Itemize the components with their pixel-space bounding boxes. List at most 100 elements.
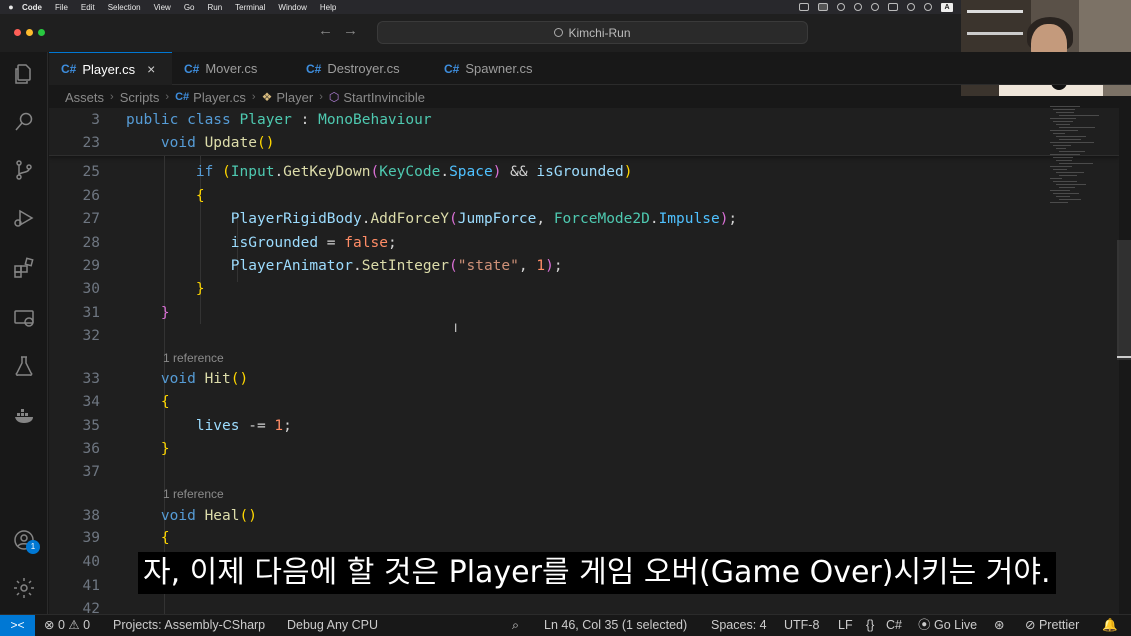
testing-icon[interactable] <box>12 354 36 378</box>
volume-icon[interactable] <box>888 3 898 11</box>
close-window-button[interactable] <box>14 29 21 36</box>
creative-cloud-icon[interactable] <box>837 3 845 11</box>
csharp-icon: C# <box>184 61 200 76</box>
code-line: 42 <box>49 599 1049 614</box>
code-line: 36 } <box>49 439 1049 459</box>
screen-record-icon[interactable] <box>799 3 809 11</box>
code-text: public class Player : MonoBehaviour <box>126 112 432 128</box>
breadcrumb-method[interactable]: StartInvincible <box>343 90 425 105</box>
breadcrumb-class[interactable]: Player <box>276 90 313 105</box>
scrollbar-marker <box>1117 356 1131 358</box>
language-status[interactable]: C# <box>886 615 902 636</box>
code-line: 39 { <box>49 528 1049 548</box>
minimap[interactable] <box>1050 106 1114 206</box>
line-number: 36 <box>82 441 100 457</box>
minimize-window-button[interactable] <box>26 29 33 36</box>
code-line: 35 lives -= 1; <box>49 416 1049 436</box>
navigation-arrows: ←→ <box>318 22 368 39</box>
tab-destroyer-cs[interactable]: C# Destroyer.cs <box>294 52 432 85</box>
breadcrumb-file[interactable]: Player.cs <box>193 90 246 105</box>
class-symbol-icon: ❖ <box>261 90 273 104</box>
eol-status[interactable]: LF <box>838 615 853 636</box>
copilot-icon[interactable]: ⊛ <box>994 615 1004 636</box>
manage-gear-icon[interactable] <box>12 576 36 600</box>
search-icon <box>554 28 564 37</box>
tab-mover-cs[interactable]: C# Mover.cs <box>172 52 294 85</box>
chevron-right-icon: › <box>319 91 323 103</box>
notifications-bell-icon[interactable]: 🔔 <box>1102 615 1118 636</box>
code-text: { <box>160 394 170 410</box>
forward-arrow-icon[interactable]: → <box>343 22 368 39</box>
text-cursor-icon: I <box>454 321 458 335</box>
code-line: 33 void Hit() <box>49 369 1049 389</box>
run-debug-icon[interactable] <box>12 206 36 230</box>
line-number: 42 <box>82 601 100 614</box>
close-tab-icon[interactable]: × <box>147 61 155 77</box>
tab-label: Destroyer.cs <box>327 61 400 76</box>
command-center-search[interactable]: Kimchi-Run <box>377 21 808 44</box>
sync-icon[interactable] <box>854 3 862 11</box>
menu-go[interactable]: Go <box>184 3 195 12</box>
docker-icon[interactable] <box>12 404 36 428</box>
problems-indicator[interactable]: ⊗ 0 ⚠ 0 <box>44 615 90 636</box>
apple-menu-icon[interactable]: ● <box>0 2 22 12</box>
wifi-icon[interactable] <box>924 3 932 11</box>
menu-window[interactable]: Window <box>278 3 306 12</box>
code-text: lives -= 1; <box>195 418 292 434</box>
menu-code[interactable]: Code <box>22 3 42 12</box>
display-icon[interactable] <box>818 3 828 11</box>
location-icon[interactable] <box>871 3 879 11</box>
braces-icon: {} <box>866 618 875 632</box>
code-text: } <box>160 441 170 457</box>
cursor-position-status[interactable]: Ln 46, Col 35 (1 selected) <box>544 615 687 636</box>
line-number: 23 <box>82 135 100 151</box>
error-count: 0 <box>57 618 65 632</box>
explorer-icon[interactable] <box>12 62 36 86</box>
menu-selection[interactable]: Selection <box>108 3 141 12</box>
zoom-window-button[interactable] <box>38 29 45 36</box>
indentation-status[interactable]: Spaces: 4 <box>711 615 767 636</box>
code-line: 25 if (Input.GetKeyDown(KeyCode.Space) &… <box>49 162 1049 182</box>
breadcrumb: Assets › Scripts › C# Player.cs › ❖ Play… <box>65 88 425 106</box>
menu-run[interactable]: Run <box>207 3 222 12</box>
tab-label: Player.cs <box>82 61 136 77</box>
tab-player-cs[interactable]: C# Player.cs × <box>49 52 172 85</box>
menu-file[interactable]: File <box>55 3 68 12</box>
zoom-icon[interactable]: ⌕ <box>512 615 519 636</box>
remote-indicator-button[interactable]: >< <box>0 615 35 636</box>
encoding-status[interactable]: UTF-8 <box>784 615 819 636</box>
projects-status[interactable]: Projects: Assembly-CSharp <box>113 615 265 636</box>
back-arrow-icon[interactable]: ← <box>318 22 343 39</box>
video-subtitle: 자, 이제 다음에 할 것은 Player를 게임 오버(Game Over)시… <box>138 552 1056 594</box>
code-line: 38 void Heal() <box>49 506 1049 526</box>
debug-config-status[interactable]: Debug Any CPU <box>287 615 378 636</box>
source-control-icon[interactable] <box>12 158 36 182</box>
breadcrumb-assets[interactable]: Assets <box>65 90 104 105</box>
remote-explorer-icon[interactable] <box>12 306 36 330</box>
tab-spawner-cs[interactable]: C# Spawner.cs <box>432 52 562 85</box>
prettier-button[interactable]: ⊘ Prettier <box>1025 615 1079 636</box>
breadcrumb-scripts[interactable]: Scripts <box>120 90 160 105</box>
menu-terminal[interactable]: Terminal <box>235 3 265 12</box>
bluetooth-icon[interactable] <box>907 3 915 11</box>
search-activity-icon[interactable] <box>12 110 36 134</box>
line-number: 31 <box>82 305 100 321</box>
code-line: 31 } <box>49 303 1049 323</box>
line-number: 39 <box>82 530 100 546</box>
menu-help[interactable]: Help <box>320 3 336 12</box>
menu-edit[interactable]: Edit <box>81 3 95 12</box>
menu-view[interactable]: View <box>154 3 171 12</box>
broadcast-icon: ⦿ <box>918 618 931 632</box>
prettier-label: Prettier <box>1038 618 1080 632</box>
codelens-label[interactable]: 1 reference <box>163 484 224 504</box>
input-source-icon[interactable]: A <box>941 2 953 12</box>
code-line: 37 <box>49 462 1049 482</box>
go-live-button[interactable]: ⦿ Go Live <box>918 615 977 636</box>
vertical-scrollbar[interactable] <box>1117 240 1131 360</box>
code-text: { <box>160 530 170 546</box>
activity-bar: 1 <box>0 52 48 614</box>
code-editor[interactable]: 3 public class Player : MonoBehaviour 23 v… <box>49 108 1119 614</box>
code-line: 29 PlayerAnimator.SetInteger("state", 1)… <box>49 256 1049 276</box>
codelens-label[interactable]: 1 reference <box>163 348 224 368</box>
extensions-icon[interactable] <box>12 256 36 280</box>
